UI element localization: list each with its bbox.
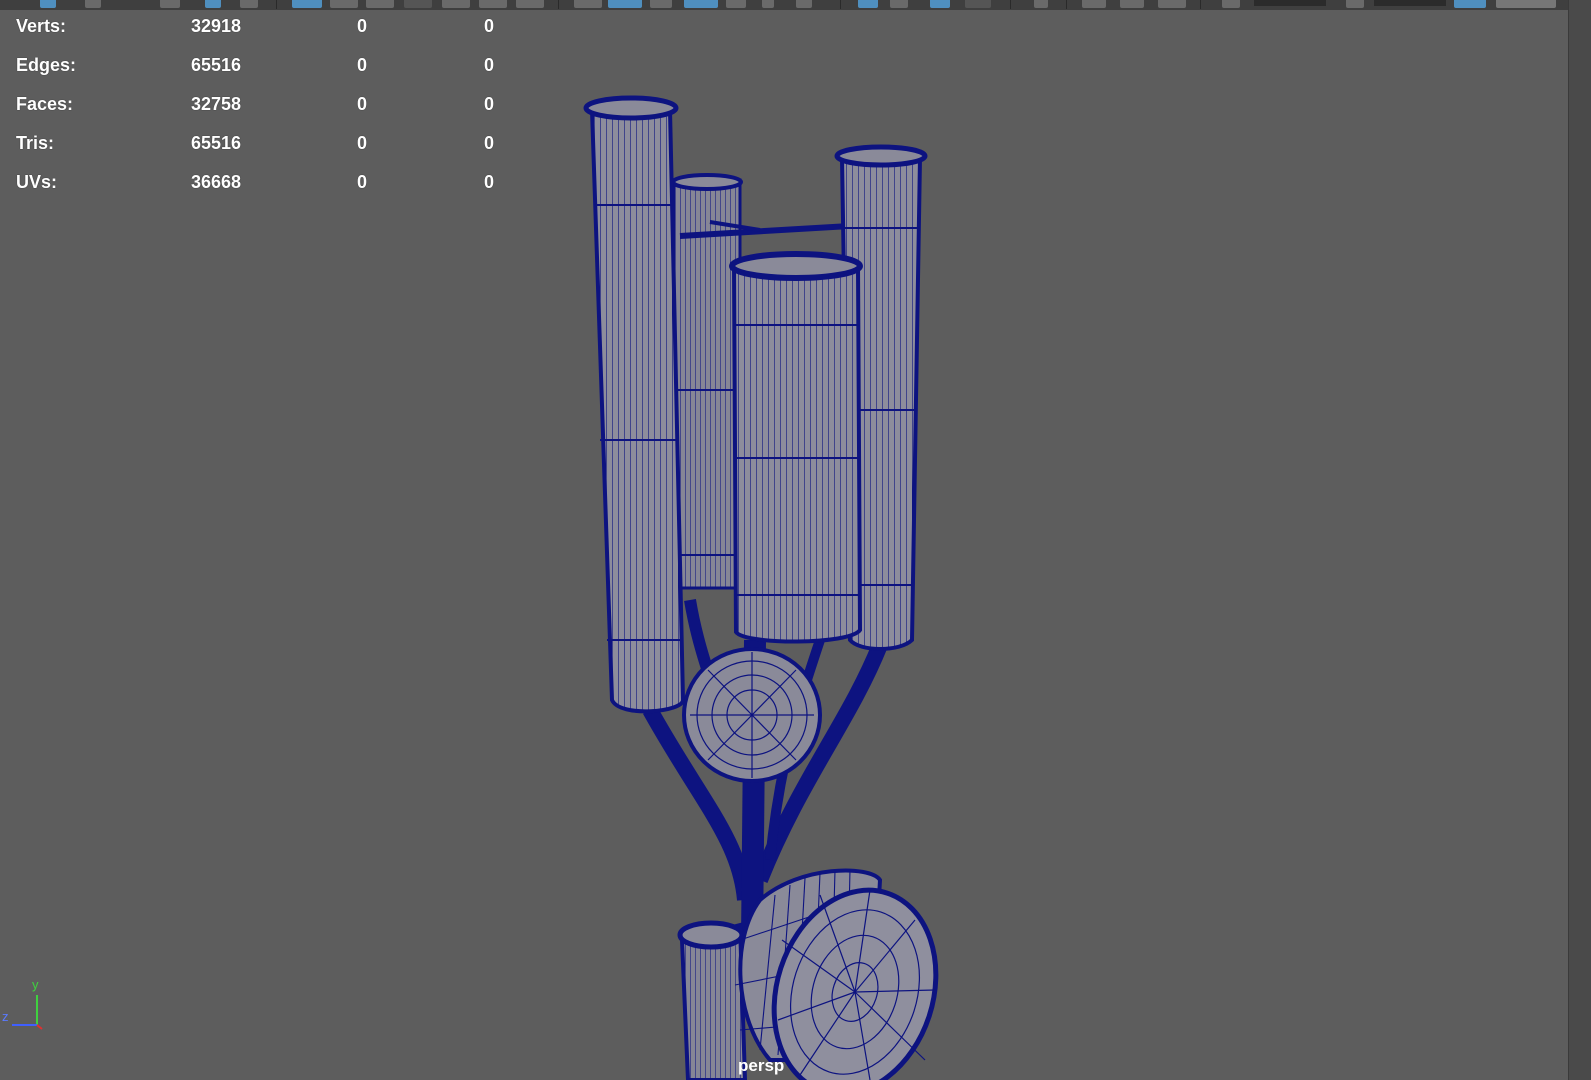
axis-gizmo: y z [0,977,50,1050]
camera-name-label: persp [738,1056,785,1075]
hud-value: 0 [483,172,494,192]
front-cylinder [729,251,863,644]
hud-value: 0 [483,16,494,36]
wireframe-antenna-model[interactable] [0,0,1569,1080]
hud-value: 0 [483,133,494,153]
axis-y-label: y [32,977,39,992]
hud-value: 0 [483,94,494,114]
bottom-dish [734,868,939,1080]
bottom-cylinder [677,920,748,1080]
middle-dish [682,647,822,783]
axis-z-label: z [2,1009,9,1024]
hud-value: 0 [483,55,494,75]
left-cylinder [583,95,686,714]
viewport-right-edge [1568,0,1591,1080]
